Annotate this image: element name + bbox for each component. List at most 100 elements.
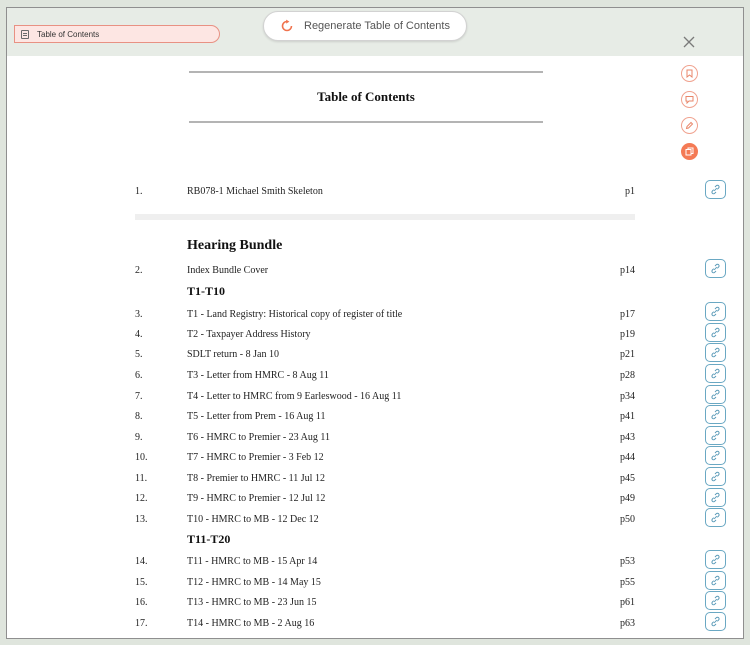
toc-entry[interactable]: 14. T11 - HMRC to MB - 15 Apr 14 p53 [135,556,635,570]
entry-link-button[interactable] [705,302,726,321]
entry-link-button[interactable] [705,405,726,424]
entry-number: 10. [135,452,148,463]
toc-tab[interactable]: Table of Contents [14,25,220,43]
entry-page: p34 [620,391,635,402]
entry-link-button[interactable] [705,467,726,486]
entry-title: T7 - HMRC to Premier - 3 Feb 12 [187,452,324,463]
entry-number: 4. [135,329,143,340]
toc-entry[interactable]: 5. SDLT return - 8 Jan 10 p21 [135,349,635,363]
entry-title: T2 - Taxpayer Address History [187,329,311,340]
section-heading-t1-t10: T1-T10 [187,284,226,298]
title-rule-top [189,71,543,73]
entry-page: p1 [625,186,635,197]
document-title: Table of Contents [317,89,415,104]
toc-entry[interactable]: 2. Index Bundle Cover p14 [135,265,635,279]
link-icon [711,430,720,441]
entry-number: 6. [135,370,143,381]
entry-title: T9 - HMRC to Premier - 12 Jul 12 [187,493,326,504]
toc-entry[interactable]: 13. T10 - HMRC to MB - 12 Dec 12 p50 [135,514,635,528]
entry-link-button[interactable] [705,385,726,404]
bookmark-icon [686,69,693,78]
toc-entry[interactable]: 7. T4 - Letter to HMRC from 9 Earleswood … [135,391,635,405]
entry-title: T11 - HMRC to MB - 15 Apr 14 [187,556,318,567]
entry-title: T1 - Land Registry: Historical copy of r… [187,309,403,320]
entry-link-button[interactable] [705,180,726,199]
link-icon [711,184,720,195]
toc-tab-label: Table of Contents [37,29,100,39]
refresh-icon [281,19,293,32]
link-icon [711,368,720,379]
entry-link-button[interactable] [705,550,726,569]
link-icon [711,512,720,523]
entry-number: 9. [135,432,143,443]
edit-icon [685,121,694,130]
entry-link-button[interactable] [705,364,726,383]
entry-link-button[interactable] [705,446,726,465]
bookmark-button[interactable] [681,65,698,82]
entry-page: p45 [620,473,635,484]
entry-number: 17. [135,618,148,629]
toc-entry[interactable]: 8. T5 - Letter from Prem - 16 Aug 11 p41 [135,411,635,425]
close-icon[interactable] [682,35,696,49]
link-icon [711,575,720,586]
entry-title: RB078-1 Michael Smith Skeleton [187,186,323,197]
entry-page: p21 [620,349,635,360]
entry-title: T5 - Letter from Prem - 16 Aug 11 [187,411,326,422]
toc-entry[interactable]: 6. T3 - Letter from HMRC - 8 Aug 11 p28 [135,370,635,384]
entry-link-button[interactable] [705,343,726,362]
regenerate-label: Regenerate Table of Contents [304,20,450,32]
entry-number: 15. [135,577,148,588]
regenerate-toc-button[interactable]: Regenerate Table of Contents [263,11,467,41]
entry-number: 11. [135,473,148,484]
entry-title: Index Bundle Cover [187,265,269,276]
entry-title: T8 - Premier to HMRC - 11 Jul 12 [187,473,325,484]
entry-page: p50 [620,514,635,525]
toc-entry[interactable]: 15. T12 - HMRC to MB - 14 May 15 p55 [135,577,635,591]
toc-entry[interactable]: 3. T1 - Land Registry: Historical copy of… [135,309,635,323]
comment-icon [685,96,694,104]
link-icon [711,409,720,420]
toc-entry[interactable]: 1. RB078-1 Michael Smith Skeleton p1 [135,186,635,200]
entry-number: 3. [135,309,143,320]
toc-entry[interactable]: 4. T2 - Taxpayer Address History p19 [135,329,635,343]
toc-entry[interactable]: 17. T14 - HMRC to MB - 2 Aug 16 p63 [135,618,635,632]
entry-page: p61 [620,597,635,608]
toc-entry[interactable]: 16. T13 - HMRC to MB - 23 Jun 15 p61 [135,597,635,611]
toc-entry[interactable]: 12. T9 - HMRC to Premier - 12 Jul 12 p49 [135,493,635,507]
entry-link-button[interactable] [705,591,726,610]
toc-entry[interactable]: 9. T6 - HMRC to Premier - 23 Aug 11 p43 [135,432,635,446]
toc-list-icon [21,29,29,39]
entry-link-button[interactable] [705,508,726,527]
comment-button[interactable] [681,91,698,108]
entry-title: T14 - HMRC to MB - 2 Aug 16 [187,618,315,629]
entry-link-button[interactable] [705,323,726,342]
entry-title: T3 - Letter from HMRC - 8 Aug 11 [187,370,329,381]
section-separator [135,214,635,220]
entry-page: p53 [620,556,635,567]
document-panel [17,56,705,638]
entry-link-button[interactable] [705,259,726,278]
link-icon [711,450,720,461]
toc-entry[interactable]: 10. T7 - HMRC to Premier - 3 Feb 12 p44 [135,452,635,466]
entry-number: 13. [135,514,148,525]
entry-page: p28 [620,370,635,381]
section-heading-t11-t20: T11-T20 [187,532,231,546]
toc-entry[interactable]: 11. T8 - Premier to HMRC - 11 Jul 12 p45 [135,473,635,487]
entry-link-button[interactable] [705,426,726,445]
link-icon [711,347,720,358]
entry-number: 2. [135,265,143,276]
entry-link-button[interactable] [705,571,726,590]
edit-button[interactable] [681,117,698,134]
entry-number: 7. [135,391,143,402]
entry-link-button[interactable] [705,612,726,631]
entry-title: T12 - HMRC to MB - 14 May 15 [187,577,321,588]
copy-button[interactable] [681,143,698,160]
entry-link-button[interactable] [705,488,726,507]
entry-number: 14. [135,556,148,567]
entry-number: 8. [135,411,143,422]
entry-number: 16. [135,597,148,608]
entry-page: p43 [620,432,635,443]
copy-icon [685,147,694,156]
entry-number: 5. [135,349,143,360]
link-icon [711,616,720,627]
